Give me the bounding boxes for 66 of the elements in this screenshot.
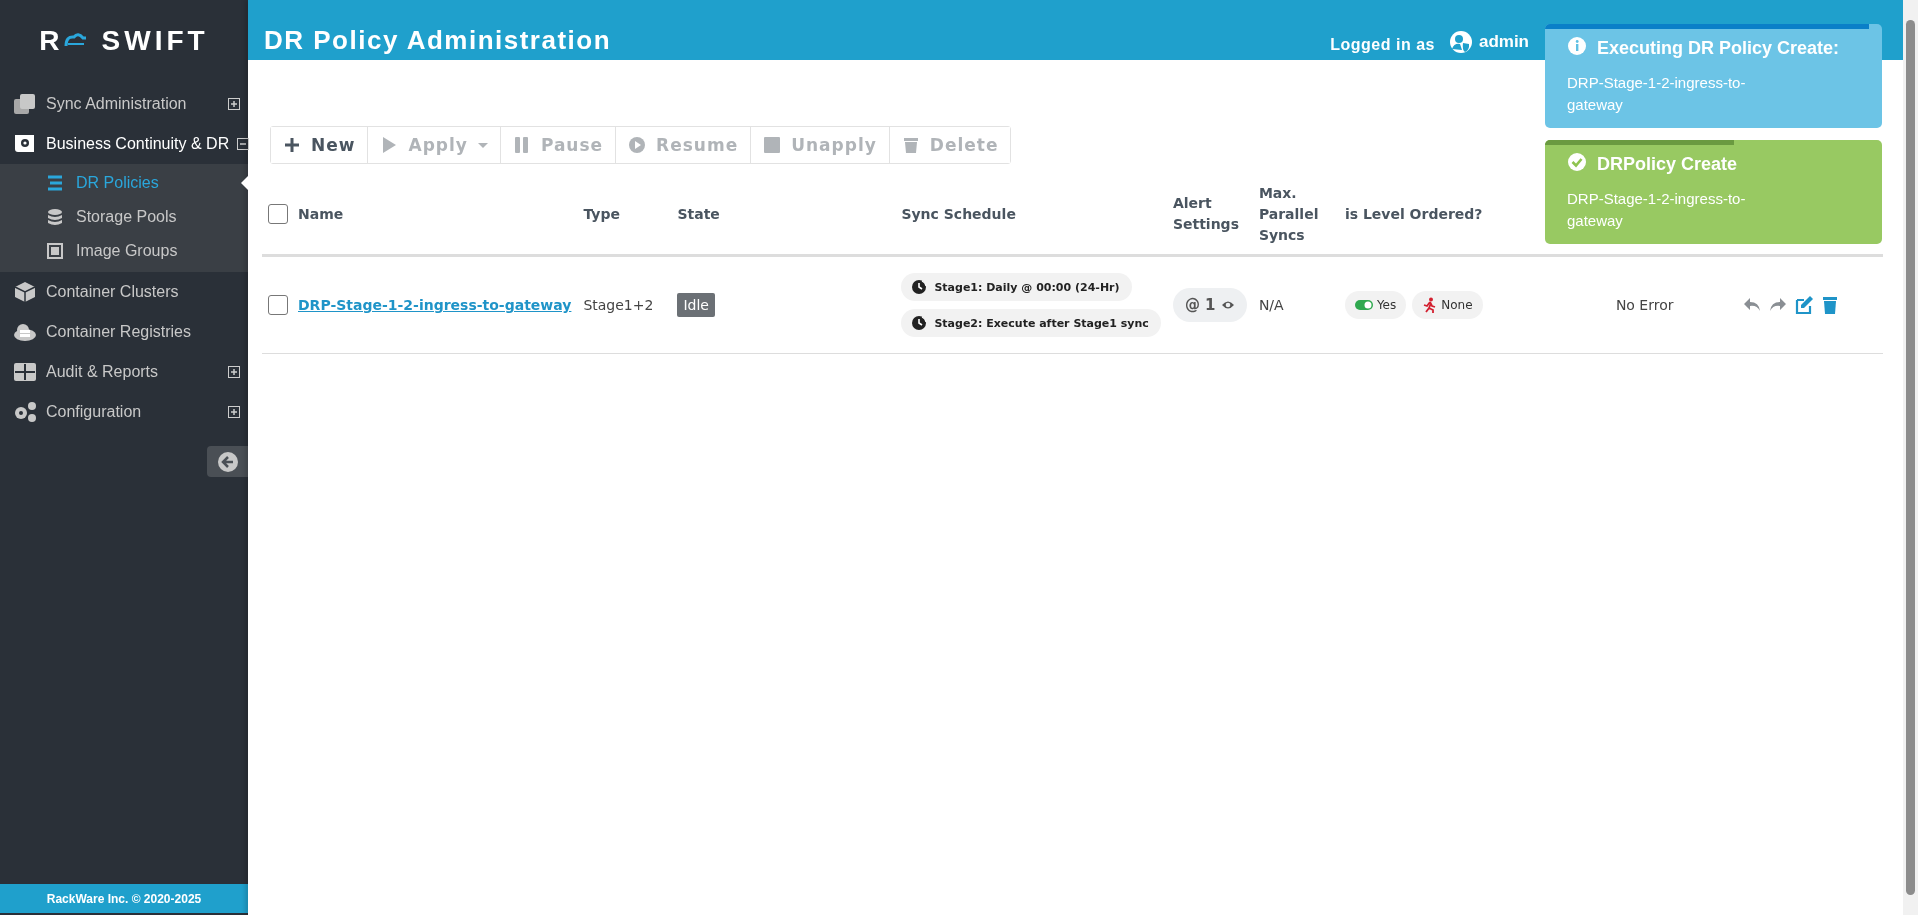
cube-icon: [12, 280, 38, 304]
trash-icon: [901, 136, 920, 154]
level-ordered-pill: Yes: [1344, 291, 1407, 319]
grid-icon: [12, 360, 38, 384]
logged-in-label: Logged in as: [1330, 36, 1435, 55]
edit-icon[interactable]: [1793, 295, 1814, 315]
sidebar-item[interactable]: Configuration: [0, 392, 248, 432]
column-header: Alert Settings: [1172, 194, 1240, 234]
sidebar-subitem[interactable]: DR Policies: [0, 166, 248, 200]
list-icon: [46, 174, 64, 192]
schedule-pill: Stage1: Daily @ 00:00 (24-Hr): [901, 273, 1132, 301]
info-icon: [1567, 36, 1587, 56]
collapse-sidebar-button[interactable]: [207, 446, 248, 477]
play-circle-icon: [628, 136, 647, 154]
sidebar-subitem[interactable]: Image Groups: [0, 234, 248, 268]
column-header: State: [677, 205, 720, 222]
clock-icon: [911, 315, 928, 331]
toast-message: DRP-Stage-1-2-ingress-to-gateway: [1567, 73, 1747, 115]
plus-icon: [283, 136, 301, 154]
state-badge: Idle: [677, 293, 715, 317]
toast-title: DRPolicy Create: [1597, 153, 1738, 176]
alert-settings-pill[interactable]: @ 1: [1172, 288, 1247, 322]
clock-icon: [911, 279, 928, 295]
database-icon: [46, 208, 64, 226]
toast-message: DRP-Stage-1-2-ingress-to-gateway: [1567, 189, 1747, 231]
table-cell: No Error: [1615, 297, 1674, 313]
toast-title: Executing DR Policy Create:: [1597, 37, 1840, 60]
page-title: DR Policy Administration: [264, 25, 613, 56]
sidebar-item[interactable]: Container Registries: [0, 312, 248, 352]
logo-text: R: [39, 25, 64, 57]
column-header: is Level Ordered?: [1344, 205, 1483, 222]
running-figure-icon: [1422, 297, 1438, 313]
caret-down-icon: [477, 142, 488, 148]
image-frame-icon: [46, 242, 64, 260]
column-header: Name: [298, 204, 344, 224]
select-all-checkbox[interactable]: [268, 204, 288, 224]
collapse-icon[interactable]: [237, 138, 250, 150]
row-checkbox[interactable]: [268, 295, 288, 315]
column-header: Sync Schedule: [901, 205, 1016, 222]
copies-icon: [12, 92, 38, 116]
order-pill: None: [1412, 291, 1483, 319]
user-shield-icon: [1448, 30, 1473, 54]
arrow-left-icon: [216, 450, 239, 473]
schedule-pill: Stage2: Execute after Stage1 sync: [901, 309, 1161, 337]
copyright-text: RackWare Inc. © 2020-2025: [0, 884, 248, 913]
column-header: Max. Parallel Syncs: [1258, 183, 1320, 245]
check-circle-icon: [1567, 152, 1587, 172]
expand-icon[interactable]: [228, 98, 240, 110]
expand-icon[interactable]: [228, 366, 240, 378]
active-indicator: [241, 176, 248, 190]
expand-icon[interactable]: [228, 406, 240, 418]
sidebar-item[interactable]: Container Clusters: [0, 272, 248, 312]
column-header: Type: [583, 205, 620, 222]
logo-text: SWIFT: [101, 25, 209, 57]
sidebar-item[interactable]: Audit & Reports: [0, 352, 248, 392]
pause-icon: [512, 136, 531, 154]
scrollbar[interactable]: [1903, 0, 1918, 915]
policy-link[interactable]: DRP-Stage-1-2-ingress-to-gateway: [298, 297, 572, 313]
table-cell: Stage1+2: [583, 297, 654, 313]
sidebar-subitem[interactable]: Storage Pools: [0, 200, 248, 234]
toolbar-button[interactable]: New: [271, 127, 369, 163]
sidebar-item[interactable]: Business Continuity & DR: [0, 124, 248, 164]
stop-icon: [763, 136, 782, 154]
sidebar-item[interactable]: Sync Administration: [0, 84, 248, 124]
table-cell: N/A: [1258, 297, 1284, 313]
gears-icon: [12, 400, 38, 424]
